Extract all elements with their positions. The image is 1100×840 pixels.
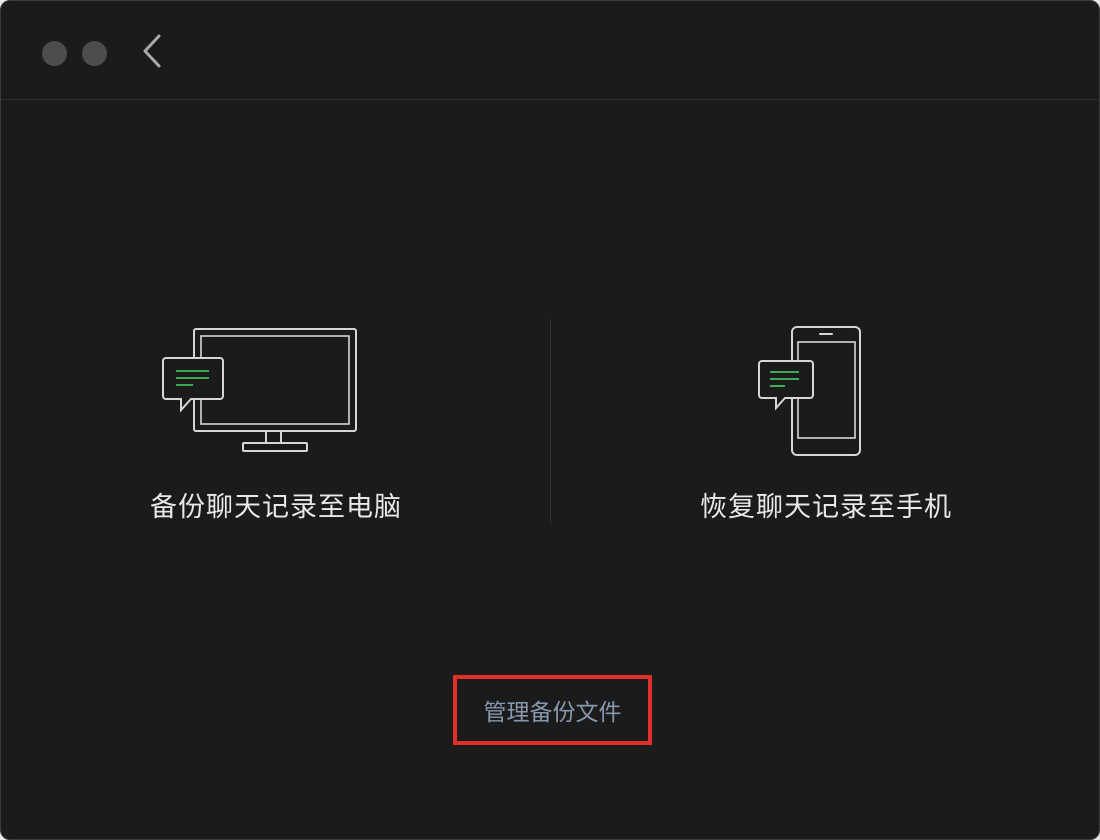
restore-to-phone-option[interactable]: 恢复聊天记录至手机 [661,311,991,531]
options-divider [550,319,551,524]
window-close-button[interactable] [42,41,67,66]
title-bar [1,1,1099,100]
phone-chat-icon [758,326,861,456]
backup-restore-window: 备份聊天记录至电脑 恢复聊天记录至手机 管理备份文件 [0,0,1100,840]
restore-to-phone-label: 恢复聊天记录至手机 [700,492,952,523]
chevron-left-icon [143,34,161,68]
monitor-chat-icon [162,328,357,452]
backup-to-computer-option[interactable]: 备份聊天记录至电脑 [111,311,441,531]
highlight-box: 管理备份文件 [453,675,652,745]
backup-to-computer-label: 备份聊天记录至电脑 [150,492,402,523]
window-minimize-button[interactable] [82,41,107,66]
back-button[interactable] [135,31,169,71]
manage-backup-files-link[interactable]: 管理备份文件 [457,679,648,741]
